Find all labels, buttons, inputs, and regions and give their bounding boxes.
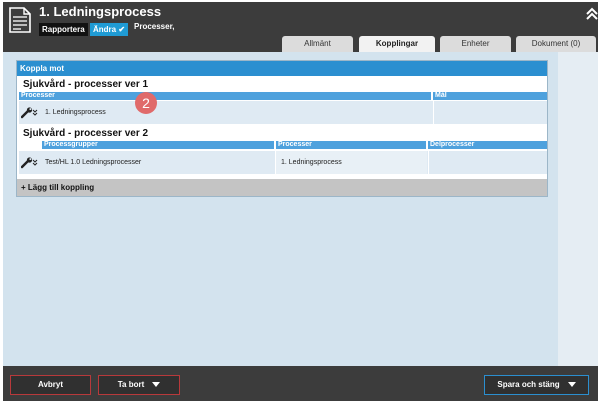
column-header: Processgrupper (42, 141, 274, 149)
tab-enheter[interactable]: Enheter (440, 36, 511, 52)
panel-title: Koppla mot (17, 61, 547, 76)
group-title: Sjukvård - processer ver 1 (23, 79, 149, 90)
column-header: Processer (19, 92, 431, 100)
collapse-chevron-icon[interactable] (586, 7, 598, 21)
caret-down-icon (152, 382, 161, 388)
table-cell: 1. Ledningsprocess (45, 109, 106, 116)
save-label: Spara och stäng (497, 380, 560, 389)
footer-bar: Avbryt Ta bort Spara och stäng (3, 366, 598, 401)
step-badge: 2 (135, 92, 157, 114)
delete-label: Ta bort (117, 380, 145, 389)
content-side-strip (558, 52, 598, 366)
content-area: Koppla mot Sjukvård - processer ver 1 Pr… (3, 52, 598, 366)
caret-down-icon (567, 382, 576, 388)
document-icon (9, 7, 31, 33)
rapportera-button[interactable]: Rapportera (39, 23, 88, 36)
tab-allmant[interactable]: Allmänt (282, 36, 353, 52)
column-header: Delprocesser (428, 141, 547, 149)
cancel-button[interactable]: Avbryt (10, 375, 91, 395)
table-row: 1. Ledningsprocess (19, 101, 547, 124)
table-cell (433, 101, 547, 124)
tab-kopplingar[interactable]: Kopplingar (359, 36, 435, 52)
add-connection-button[interactable]: + Lägg till koppling (17, 179, 547, 196)
table-cell: 1. Ledningsprocess (275, 151, 427, 174)
column-header: Mål (433, 92, 547, 100)
table-row: Test/HL 1.0 Ledningsprocesser 1. Ledning… (19, 151, 547, 174)
check-icon: ✔ (116, 25, 126, 34)
page-subtitle: Processer, (134, 22, 175, 31)
andra-label: Ändra (93, 25, 117, 34)
page-title: 1. Ledningsprocess (39, 4, 162, 19)
table-cell: Test/HL 1.0 Ledningsprocesser (45, 159, 142, 166)
wrench-icon[interactable] (21, 107, 39, 119)
tab-dokument[interactable]: Dokument (0) (516, 36, 596, 52)
andra-button[interactable]: Ändra ✔ (90, 23, 129, 36)
table-cell (428, 151, 547, 174)
wrench-icon[interactable] (21, 157, 39, 169)
kopplingar-panel: Koppla mot Sjukvård - processer ver 1 Pr… (16, 60, 548, 197)
delete-button[interactable]: Ta bort (98, 375, 180, 395)
column-header: Processer (276, 141, 426, 149)
app-window: 1. Ledningsprocess Rapportera Ändra ✔ Pr… (0, 0, 601, 401)
save-and-close-button[interactable]: Spara och stäng (484, 375, 589, 395)
group-title: Sjukvård - processer ver 2 (23, 128, 149, 139)
